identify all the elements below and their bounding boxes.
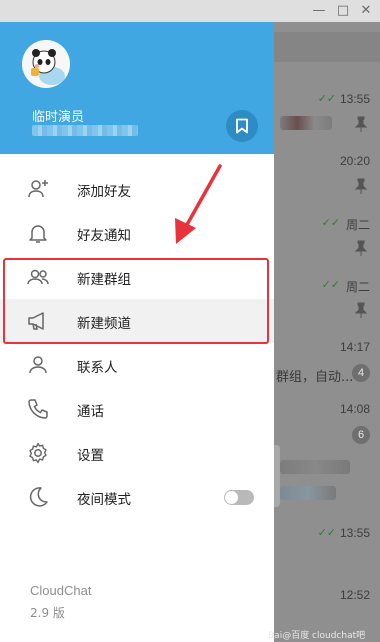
chat-time: 周二: [345, 218, 370, 232]
chat-time: 14:17: [339, 340, 370, 354]
search-bar: [274, 32, 380, 62]
chat-time: 12:52: [339, 588, 370, 602]
phone-icon: [28, 399, 48, 419]
avatar[interactable]: [22, 40, 70, 88]
chat-list-backdrop[interactable]: ✓✓ 13:55 20:20 ✓✓ 周二 ✓✓ 周二 14:17 群组，自动..…: [274, 22, 380, 642]
read-check-icon: ✓✓: [317, 526, 336, 539]
chat-time: 周二: [345, 280, 370, 294]
watermark: Bai@百度 cloudchat吧: [268, 631, 366, 641]
menu-item-add-friend[interactable]: 添加好友: [0, 167, 274, 211]
chat-time: 13:55: [339, 92, 370, 106]
menu-label: 通话: [77, 404, 104, 420]
menu-label: 设置: [77, 448, 104, 464]
menu-item-contacts[interactable]: 联系人: [0, 343, 274, 387]
chat-row[interactable]: 14:08 6: [274, 392, 380, 454]
chat-row[interactable]: ✓✓ 13:55: [274, 82, 380, 144]
chat-row[interactable]: 14:17 群组，自动... 4: [274, 330, 380, 392]
chat-time: 13:55: [339, 526, 370, 540]
chat-row[interactable]: [274, 454, 380, 516]
unread-badge: 6: [352, 426, 370, 444]
menu-label: 联系人: [77, 360, 118, 376]
chat-row[interactable]: ✓✓ 周二: [274, 268, 380, 330]
blurred-title: [280, 460, 350, 474]
read-check-icon: ✓✓: [317, 92, 336, 105]
blurred-snippet: [280, 486, 336, 500]
window-titlebar: — □ ✕: [0, 0, 380, 22]
menu-item-calls[interactable]: 通话: [0, 387, 274, 431]
profile-header: 临时演员: [0, 22, 274, 154]
menu-item-friend-notifications[interactable]: 好友通知: [0, 211, 274, 255]
toggle-knob: [225, 491, 238, 504]
panda-avatar-icon: [22, 40, 70, 88]
chat-time: 20:20: [339, 154, 370, 168]
gear-icon: [29, 442, 47, 464]
app-name: CloudChat: [30, 583, 92, 598]
bookmark-icon: [236, 118, 248, 134]
menu-item-settings[interactable]: 设置: [0, 431, 274, 475]
minimize-button[interactable]: —: [310, 2, 328, 20]
pin-icon: [354, 116, 368, 132]
chat-row[interactable]: ✓✓ 13:55: [274, 516, 380, 578]
menu-label: 添加好友: [77, 184, 131, 200]
chat-row[interactable]: ✓✓ 周二: [274, 206, 380, 268]
person-icon: [29, 356, 47, 374]
menu-item-night-mode[interactable]: 夜间模式: [0, 475, 274, 519]
night-mode-toggle[interactable]: [224, 490, 254, 505]
saved-messages-button[interactable]: [226, 110, 258, 142]
chat-row[interactable]: 20:20: [274, 144, 380, 206]
close-button[interactable]: ✕: [357, 2, 375, 20]
chat-time: 14:08: [339, 402, 370, 416]
menu-label: 好友通知: [77, 228, 131, 244]
chat-snippet: 群组，自动...: [276, 370, 354, 385]
read-check-icon: ✓✓: [321, 278, 340, 291]
pin-icon: [354, 302, 368, 318]
bell-icon: [29, 225, 47, 243]
add-friend-icon: [28, 180, 48, 198]
read-check-icon: ✓✓: [321, 216, 340, 229]
menu-label: 夜间模式: [77, 492, 131, 508]
annotation-highlight-box: [3, 258, 269, 344]
profile-phone-redacted: [32, 125, 138, 136]
pin-icon: [354, 240, 368, 256]
blurred-snippet: [280, 116, 332, 130]
profile-name: 临时演员: [32, 110, 85, 125]
pin-icon: [354, 178, 368, 194]
unread-badge: 4: [352, 364, 370, 382]
moon-icon: [29, 487, 48, 507]
app-version: 2.9 版: [30, 606, 65, 620]
maximize-button[interactable]: □: [334, 2, 352, 20]
